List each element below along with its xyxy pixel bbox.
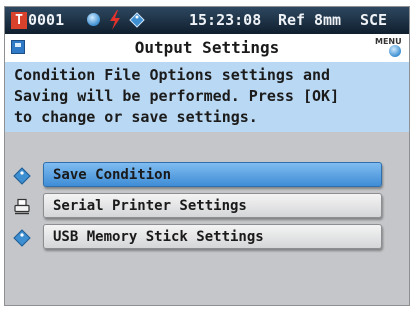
target-badge: T <box>11 12 27 29</box>
menu-icon[interactable]: MENU <box>375 37 405 59</box>
message-line-3: to change or save settings. <box>14 108 258 126</box>
save-condition-button[interactable]: Save Condition <box>43 162 382 187</box>
aperture-value: 8mm <box>314 11 342 29</box>
tag-icon <box>13 167 31 185</box>
measurement-mode: SCE <box>360 11 388 29</box>
device-screen: T 0001 15:23:08 Ref 8mm SCE Output Setti… <box>4 6 410 306</box>
menu-item-usb-memory[interactable]: USB Memory Stick Settings <box>5 224 409 250</box>
usb-memory-stick-settings-button[interactable]: USB Memory Stick Settings <box>43 224 382 249</box>
menu-item-serial-printer[interactable]: Serial Printer Settings <box>5 193 409 219</box>
title-bar: Output Settings MENU <box>5 34 409 62</box>
message-line-2: Saving will be performed. Press [OK] <box>14 87 340 105</box>
menu-dot-icon <box>389 45 401 57</box>
clock-time: 15:23:08 <box>189 11 262 29</box>
tag-icon <box>13 229 31 247</box>
instruction-message: Condition File Options settings and Savi… <box>5 62 409 132</box>
message-line-1: Condition File Options settings and <box>14 66 331 84</box>
page-title: Output Settings <box>134 38 280 57</box>
menu-item-save-condition[interactable]: Save Condition <box>5 162 409 188</box>
printer-icon <box>14 198 30 215</box>
reference-label: Ref <box>278 11 306 29</box>
lightning-icon <box>110 10 120 30</box>
serial-printer-settings-button[interactable]: Serial Printer Settings <box>43 193 382 218</box>
blue-circle-icon <box>87 13 100 26</box>
status-bar: T 0001 15:23:08 Ref 8mm SCE <box>5 7 409 34</box>
tag-icon <box>129 12 145 28</box>
condition-number: 0001 <box>28 11 65 29</box>
